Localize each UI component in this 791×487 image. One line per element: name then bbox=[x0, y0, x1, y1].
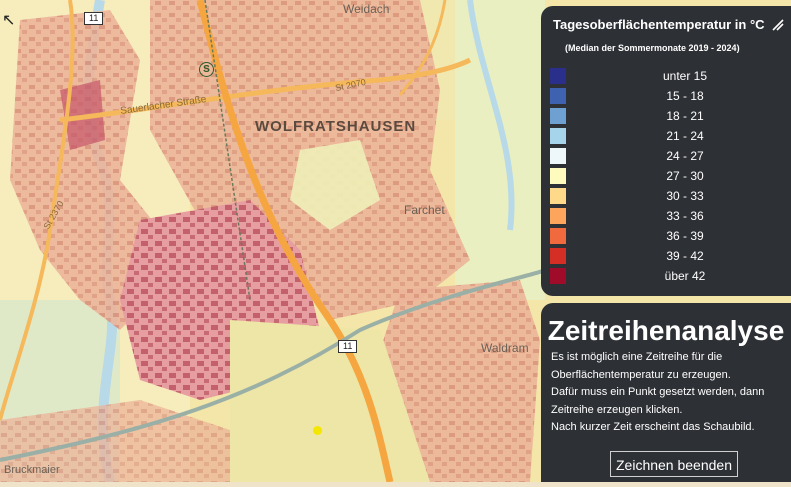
legend-label: 24 - 27 bbox=[666, 149, 704, 163]
place-label-weidach: Weidach bbox=[343, 2, 390, 16]
legend-swatch bbox=[550, 108, 566, 124]
description-line: Zeitreihe erzeugen klicken. bbox=[551, 403, 683, 416]
legend-label: 39 - 42 bbox=[666, 249, 704, 263]
legend-swatch bbox=[550, 68, 566, 84]
legend-swatch bbox=[550, 168, 566, 184]
legend-swatch bbox=[550, 88, 566, 104]
legend-swatch bbox=[550, 268, 566, 284]
legend-label: 30 - 33 bbox=[666, 189, 704, 203]
legend-swatch bbox=[550, 248, 566, 264]
legend-title: Tagesoberflächentemperatur in °C bbox=[553, 17, 765, 32]
place-label-bruckmaier: Bruckmaier bbox=[4, 464, 60, 476]
road-shield-north: 11 bbox=[84, 12, 104, 25]
road-shield-south: 11 bbox=[338, 340, 358, 353]
description-line: Nach kurzer Zeit erscheint das Schaubild… bbox=[551, 421, 755, 434]
timeseries-heading: Zeitreihenanalyse bbox=[547, 315, 785, 346]
timeseries-panel: Zeitreihenanalyse Es ist möglich eine Ze… bbox=[541, 303, 791, 482]
legend-panel: Tagesoberflächentemperatur in °C (Median… bbox=[541, 6, 791, 296]
legend-label: 36 - 39 bbox=[666, 229, 704, 243]
legend-label: 18 - 21 bbox=[666, 109, 704, 123]
place-label-waldram: Waldram bbox=[481, 341, 529, 355]
train-station-icon: S bbox=[199, 62, 214, 77]
legend-label: 21 - 24 bbox=[666, 129, 704, 143]
description-line: Es ist möglich eine Zeitreihe für die bbox=[551, 351, 723, 363]
description-line: Oberflächentemperatur zu erzeugen. bbox=[551, 368, 731, 381]
town-label: WOLFRATSHAUSEN bbox=[255, 118, 417, 135]
collapse-icon[interactable] bbox=[771, 18, 785, 32]
legend-swatch bbox=[550, 208, 566, 224]
legend-label: 33 - 36 bbox=[666, 209, 704, 223]
mouse-cursor-icon: ↖ bbox=[2, 12, 16, 29]
selected-point-marker[interactable] bbox=[313, 426, 322, 435]
stop-drawing-button[interactable]: Zeichnen beenden bbox=[610, 451, 738, 477]
legend-label: 15 - 18 bbox=[666, 89, 704, 103]
place-label-farchet: Farchet bbox=[404, 203, 445, 217]
legend-swatch bbox=[550, 148, 566, 164]
legend-swatch bbox=[550, 188, 566, 204]
description-line: Dafür muss ein Punkt gesetzt werden, dan… bbox=[551, 386, 765, 399]
legend-subtitle: (Median der Sommermonate 2019 - 2024) bbox=[565, 43, 740, 53]
legend-swatch bbox=[550, 128, 566, 144]
legend-label: über 42 bbox=[664, 269, 706, 283]
legend-label: unter 15 bbox=[662, 69, 708, 83]
timeseries-description: Es ist möglich eine Zeitreihe für die Ob… bbox=[551, 349, 787, 437]
legend-label: 27 - 30 bbox=[666, 169, 704, 183]
legend-swatch bbox=[550, 228, 566, 244]
